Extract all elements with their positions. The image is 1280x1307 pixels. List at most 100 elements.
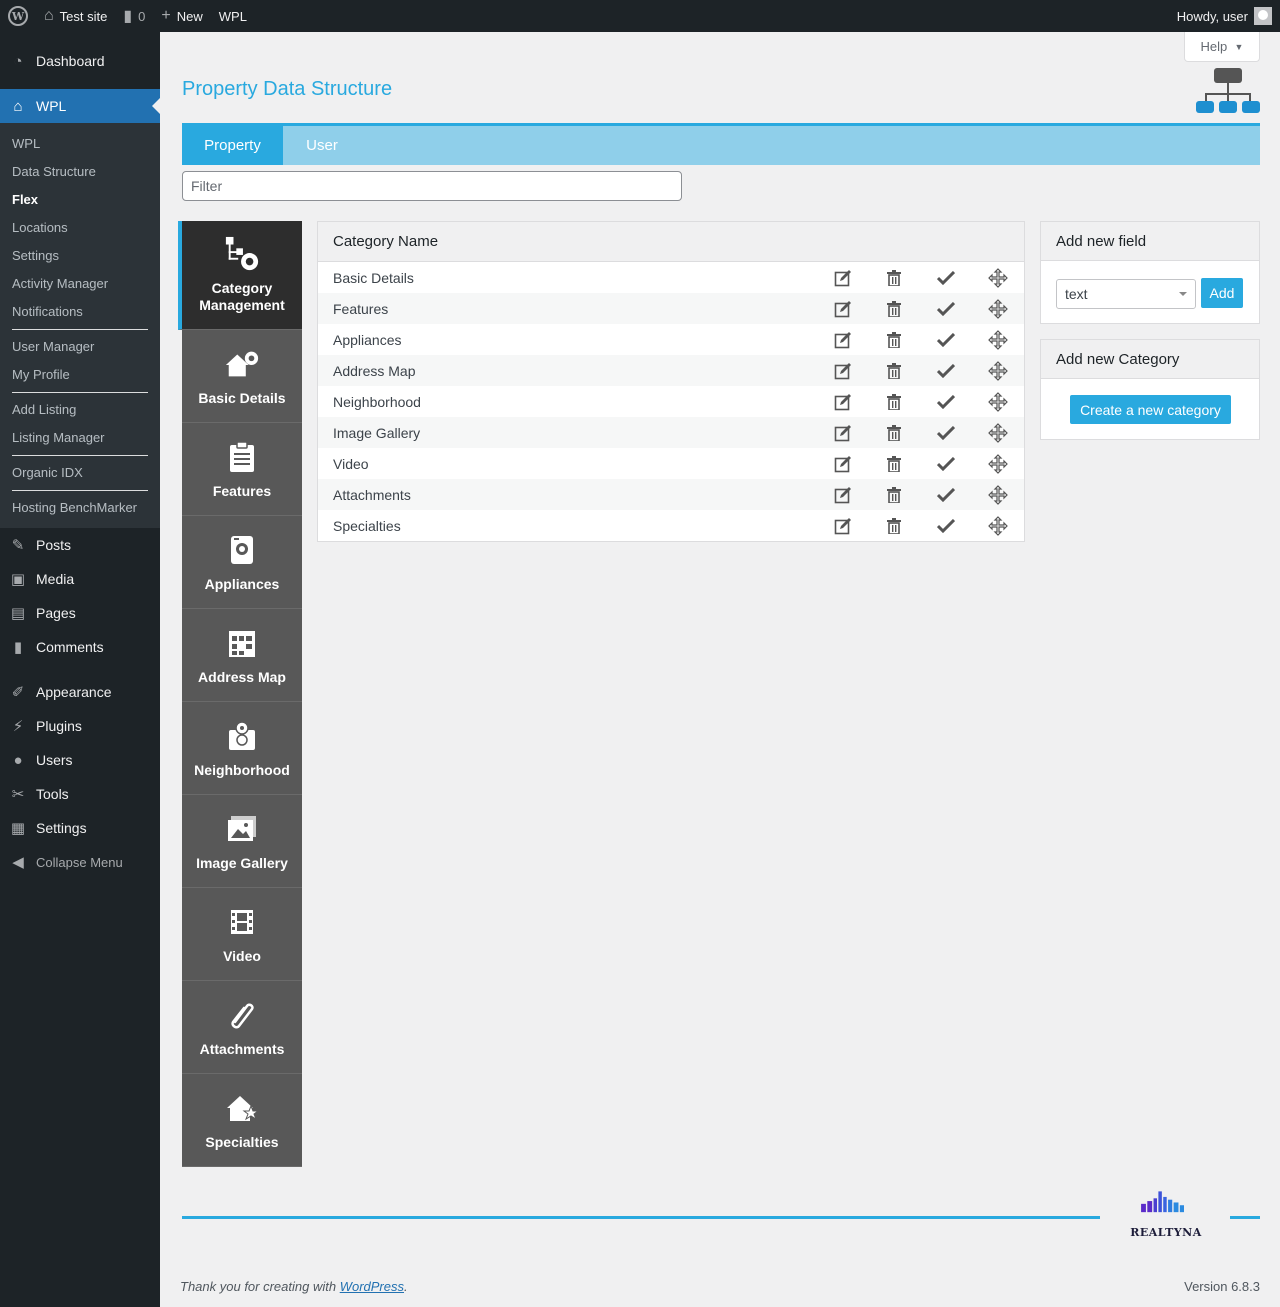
menu-media[interactable]: ▣ Media: [0, 562, 160, 596]
category-nav-item-video[interactable]: Video: [182, 888, 302, 981]
trash-icon[interactable]: [868, 393, 920, 410]
move-arrows-icon[interactable]: [972, 298, 1024, 319]
collapse-arrow-icon: ◀: [12, 854, 24, 871]
tab-user[interactable]: User: [283, 126, 361, 165]
trash-icon[interactable]: [868, 269, 920, 286]
field-type-select[interactable]: text: [1056, 279, 1196, 309]
checkmark-icon[interactable]: [920, 425, 972, 440]
category-nav-item-appliances[interactable]: Appliances: [182, 516, 302, 609]
submenu-item-organic-idx[interactable]: Organic IDX: [0, 459, 160, 487]
account-menu[interactable]: Howdy, user: [1169, 0, 1280, 32]
category-nav-item-address-map[interactable]: Address Map: [182, 609, 302, 702]
wpl-adminbar-link[interactable]: WPL: [211, 0, 255, 32]
add-field-button[interactable]: Add: [1201, 278, 1243, 308]
move-arrows-icon[interactable]: [972, 484, 1024, 505]
checkmark-icon[interactable]: [920, 487, 972, 502]
checkmark-icon[interactable]: [920, 332, 972, 347]
pin-icon: ✎: [11, 537, 25, 554]
category-nav-item-image-gallery[interactable]: Image Gallery: [182, 795, 302, 888]
help-button[interactable]: Help ▼: [1184, 32, 1260, 62]
edit-icon[interactable]: [817, 455, 869, 473]
menu-wpl[interactable]: ⌂ WPL: [0, 89, 160, 123]
site-name-link[interactable]: ⌂ Test site: [36, 0, 115, 32]
create-category-button[interactable]: Create a new category: [1070, 395, 1231, 424]
submenu-item-activity-manager[interactable]: Activity Manager: [0, 270, 160, 298]
submenu-item-wpl[interactable]: WPL: [0, 130, 160, 158]
checkmark-icon[interactable]: [920, 518, 972, 533]
submenu-item-add-listing[interactable]: Add Listing: [0, 396, 160, 424]
trash-icon[interactable]: [868, 362, 920, 379]
checkmark-icon[interactable]: [920, 394, 972, 409]
move-arrows-icon[interactable]: [972, 391, 1024, 412]
wordpress-logo-button[interactable]: W: [0, 0, 36, 32]
trash-icon[interactable]: [868, 455, 920, 472]
collapse-menu-button[interactable]: ◀ Collapse Menu: [0, 845, 160, 879]
move-arrows-icon[interactable]: [972, 422, 1024, 443]
checkmark-icon[interactable]: [920, 301, 972, 316]
image-gallery-icon: [224, 811, 260, 847]
wordpress-link[interactable]: WordPress: [340, 1279, 404, 1294]
move-arrows-icon[interactable]: [972, 360, 1024, 381]
submenu-item-notifications[interactable]: Notifications: [0, 298, 160, 326]
submenu-divider: [12, 329, 148, 330]
house-gear-icon: [224, 346, 260, 382]
edit-icon[interactable]: [817, 269, 869, 287]
wordpress-logo-icon: W: [8, 6, 28, 26]
move-arrows-icon[interactable]: [972, 329, 1024, 350]
move-arrows-icon[interactable]: [972, 515, 1024, 536]
menu-appearance[interactable]: ✐ Appearance: [0, 675, 160, 709]
dashboard-icon: ◔: [13, 52, 23, 70]
edit-icon[interactable]: [817, 424, 869, 442]
trash-icon[interactable]: [868, 517, 920, 534]
menu-settings[interactable]: ▦ Settings: [0, 811, 160, 845]
submenu-item-data-structure[interactable]: Data Structure: [0, 158, 160, 186]
category-nav-item-specialties[interactable]: Specialties: [182, 1074, 302, 1167]
menu-comments[interactable]: ▮ Comments: [0, 630, 160, 664]
edit-icon[interactable]: [817, 362, 869, 380]
paperclip-icon: [224, 997, 260, 1033]
submenu-item-flex[interactable]: Flex: [0, 186, 160, 214]
submenu-item-listing-manager[interactable]: Listing Manager: [0, 424, 160, 452]
category-nav-item-attachments[interactable]: Attachments: [182, 981, 302, 1074]
category-name: Address Map: [333, 362, 416, 379]
table-row: Specialties: [318, 510, 1024, 541]
wpl-submenu: WPL Data Structure Flex Locations Settin…: [0, 123, 160, 528]
category-name: Attachments: [333, 486, 411, 503]
menu-tools[interactable]: ✂ Tools: [0, 777, 160, 811]
category-nav-item-neighborhood[interactable]: Neighborhood: [182, 702, 302, 795]
edit-icon[interactable]: [817, 331, 869, 349]
edit-icon[interactable]: [817, 300, 869, 318]
move-arrows-icon[interactable]: [972, 267, 1024, 288]
trash-icon[interactable]: [868, 300, 920, 317]
menu-users[interactable]: ● Users: [0, 743, 160, 777]
tab-property[interactable]: Property: [182, 126, 283, 165]
trash-icon[interactable]: [868, 424, 920, 441]
new-content-link[interactable]: + New: [153, 0, 210, 32]
checkmark-icon[interactable]: [920, 456, 972, 471]
submenu-item-user-manager[interactable]: User Manager: [0, 333, 160, 361]
checkmark-icon[interactable]: [920, 270, 972, 285]
edit-icon[interactable]: [817, 517, 869, 535]
filter-input[interactable]: [182, 171, 682, 201]
edit-icon[interactable]: [817, 393, 869, 411]
category-nav-item-category-management[interactable]: Category Management: [178, 221, 302, 330]
menu-plugins[interactable]: ⚡ Plugins: [0, 709, 160, 743]
category-nav-item-features[interactable]: Features: [182, 423, 302, 516]
location-pin-icon: [224, 718, 260, 754]
menu-pages[interactable]: ▤ Pages: [0, 596, 160, 630]
checkmark-icon[interactable]: [920, 363, 972, 378]
edit-icon[interactable]: [817, 486, 869, 504]
submenu-item-settings[interactable]: Settings: [0, 242, 160, 270]
move-arrows-icon[interactable]: [972, 453, 1024, 474]
category-name: Specialties: [333, 517, 401, 534]
comments-link[interactable]: ▮ 0: [115, 0, 153, 32]
menu-dashboard[interactable]: ◔ Dashboard: [0, 44, 160, 78]
map-grid-icon: [224, 625, 260, 661]
submenu-item-hosting-benchmarker[interactable]: Hosting BenchMarker: [0, 494, 160, 522]
trash-icon[interactable]: [868, 486, 920, 503]
menu-posts[interactable]: ✎ Posts: [0, 528, 160, 562]
submenu-item-my-profile[interactable]: My Profile: [0, 361, 160, 389]
trash-icon[interactable]: [868, 331, 920, 348]
category-nav-item-basic-details[interactable]: Basic Details: [182, 330, 302, 423]
submenu-item-locations[interactable]: Locations: [0, 214, 160, 242]
